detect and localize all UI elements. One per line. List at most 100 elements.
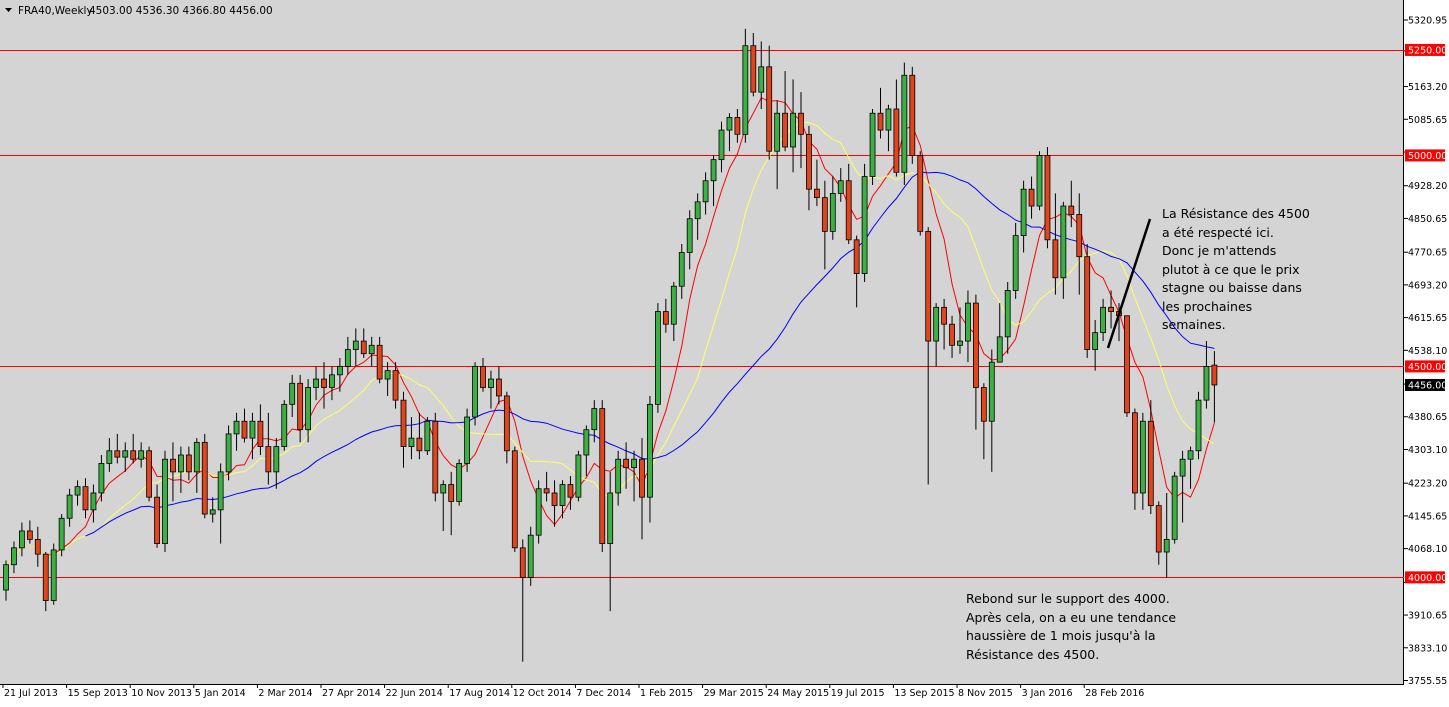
- bull-candle-body: [885, 108, 892, 131]
- bull-candle-body: [655, 311, 661, 405]
- bear-candle-body: [201, 441, 208, 515]
- ohlc-readout: 4503.00 4536.30 4366.80 4456.00: [89, 5, 273, 17]
- bull-candle-body: [686, 218, 693, 253]
- bull-candle-body: [726, 117, 733, 131]
- bear-candle-body: [1084, 256, 1091, 350]
- bull-candle-body: [305, 387, 312, 431]
- bear-candle-body: [82, 486, 89, 511]
- plot-background: [0, 0, 1404, 684]
- bull-candle-body: [90, 492, 97, 511]
- bear-candle-body: [376, 344, 383, 380]
- price-tick-label: 4693.20: [1408, 280, 1447, 291]
- bear-candle-body: [1068, 205, 1075, 215]
- bear-candle-body: [1028, 188, 1035, 207]
- bear-candle-body: [734, 117, 741, 135]
- bull-candle-body: [670, 285, 677, 325]
- bull-candle-body: [58, 517, 65, 551]
- candle: [50, 543, 57, 605]
- bull-candle-body: [464, 416, 471, 464]
- price-tick-label: 4145.65: [1408, 511, 1447, 522]
- bull-candle-body: [1036, 155, 1043, 207]
- bear-candle-body: [798, 112, 804, 135]
- candle: [1195, 391, 1202, 460]
- time-tick-label: 22 Jun 2014: [386, 688, 443, 699]
- bull-candle-body: [352, 340, 359, 350]
- price-tick-label: 3910.65: [1408, 611, 1447, 622]
- bull-candle-body: [424, 420, 431, 452]
- candle: [861, 163, 868, 283]
- bear-candle-body: [519, 547, 526, 578]
- candle: [58, 514, 65, 557]
- bear-candle-body: [1108, 306, 1114, 312]
- bear-candle-body: [400, 399, 407, 447]
- candle: [511, 446, 518, 553]
- bear-candle-body: [1044, 155, 1051, 241]
- bull-candle-body: [50, 549, 57, 601]
- bull-candle-body: [106, 450, 113, 464]
- time-tick-label: 24 May 2015: [767, 688, 829, 699]
- candle: [575, 450, 582, 502]
- bull-candle-body: [996, 336, 1003, 363]
- bear-candle-body: [392, 370, 399, 401]
- bull-candle-body: [138, 450, 145, 460]
- bear-candle-body: [821, 197, 828, 232]
- bear-candle-body: [1211, 364, 1218, 386]
- level-price-tag: 4000.00: [1405, 571, 1447, 584]
- bear-candle-body: [34, 538, 41, 555]
- price-tick-label: 4850.65: [1408, 214, 1447, 225]
- price-tick-label: 4770.65: [1408, 248, 1447, 259]
- candle: [909, 66, 916, 164]
- price-tick-label: 4538.10: [1408, 346, 1447, 357]
- price-tick-label: 4928.20: [1408, 181, 1447, 192]
- bear-candle-body: [1076, 214, 1083, 258]
- bull-candle-body: [289, 382, 296, 405]
- bull-candle-body: [1020, 188, 1027, 236]
- bull-candle-body: [74, 486, 81, 496]
- bear-candle-body: [1052, 239, 1059, 279]
- bull-candle-body: [615, 458, 622, 494]
- bull-candle-body: [1139, 420, 1146, 494]
- candle: [432, 412, 439, 502]
- bear-candle-body: [766, 66, 773, 152]
- bear-candle-body: [909, 74, 916, 156]
- bear-candle-body: [146, 450, 153, 498]
- bull-candle-body: [281, 403, 288, 447]
- bull-candle-body: [225, 433, 232, 473]
- bull-candle-body: [1171, 475, 1178, 540]
- bull-candle-body: [790, 112, 796, 148]
- bull-candle-body: [678, 252, 685, 287]
- time-tick-label: 29 Mar 2015: [704, 688, 764, 699]
- bull-candle-body: [1163, 538, 1170, 553]
- chart-frame: 5320.95 5163.20 5085.65 4928.20 4850.65 4770.…: [0, 0, 1449, 707]
- bear-candle-body: [877, 112, 884, 131]
- level-price-tag: 5250.00: [1405, 43, 1447, 56]
- bull-candle-body: [1004, 290, 1011, 338]
- bull-candle-body: [742, 45, 749, 135]
- bear-candle-body: [543, 488, 550, 494]
- bull-candle-body: [575, 454, 582, 498]
- bear-candle-body: [662, 311, 669, 325]
- bear-candle-body: [973, 302, 979, 388]
- resistance-annotation: La Résistance des 4500 a été respecté ic…: [1162, 206, 1310, 332]
- bull-candle-body: [631, 458, 637, 469]
- bear-candle-body: [511, 450, 518, 549]
- bull-candle-body: [329, 374, 335, 388]
- bull-candle-body: [162, 458, 168, 545]
- candle: [1044, 146, 1051, 249]
- bull-candle-body: [901, 74, 908, 173]
- bear-candle-body: [893, 108, 900, 173]
- candle: [464, 408, 471, 472]
- price-tick-label: 5085.65: [1408, 115, 1447, 126]
- bull-candle-body: [1187, 450, 1194, 460]
- bear-candle-body: [480, 365, 486, 388]
- bear-candle-body: [1155, 505, 1162, 553]
- bull-candle-body: [313, 378, 319, 388]
- bear-candle-body: [154, 496, 160, 545]
- bear-candle-body: [551, 492, 558, 507]
- candle: [869, 109, 876, 185]
- bull-candle-body: [535, 488, 542, 536]
- bear-candle-body: [42, 553, 49, 601]
- price-tick-label: 5163.20: [1408, 82, 1447, 93]
- bull-candle-body: [217, 471, 224, 511]
- bull-candle-body: [249, 420, 256, 439]
